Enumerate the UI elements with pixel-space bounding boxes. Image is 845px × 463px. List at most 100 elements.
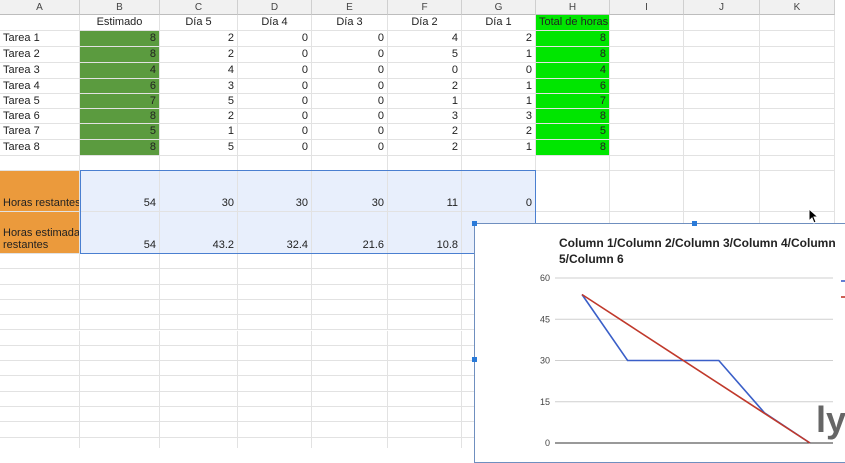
table-cell[interactable]: 2 [462,31,536,47]
table-cell[interactable] [0,156,80,171]
table-cell[interactable]: 3 [388,109,462,124]
series-line-2[interactable] [581,293,811,444]
table-cell[interactable] [610,63,684,79]
table-cell[interactable]: 0 [238,109,312,124]
table-cell[interactable]: 3 [160,79,238,94]
table-cell[interactable] [684,31,760,47]
summary-cell[interactable] [760,171,835,212]
table-cell[interactable] [760,47,835,63]
chart-resize-handle-mid[interactable] [472,357,477,362]
summary-cell[interactable]: 11 [388,171,462,212]
table-cell[interactable]: 0 [238,31,312,47]
empty-cell[interactable] [388,299,462,316]
empty-cell[interactable] [0,391,80,407]
header-cell[interactable] [760,15,835,31]
table-cell[interactable]: Tarea 7 [0,124,80,140]
table-cell[interactable]: 8 [536,140,610,156]
empty-cell[interactable] [238,299,312,316]
empty-cell[interactable] [312,376,388,392]
empty-cell[interactable] [0,269,80,285]
table-cell[interactable] [610,124,684,140]
empty-cell[interactable] [80,315,160,331]
table-cell[interactable]: 1 [462,47,536,63]
empty-cell[interactable] [80,422,160,438]
empty-cell[interactable] [80,269,160,285]
table-cell[interactable]: 4 [160,63,238,79]
table-cell[interactable]: 5 [388,47,462,63]
table-cell[interactable]: 1 [462,140,536,156]
header-cell[interactable]: Estimado [80,15,160,31]
header-cell[interactable]: Día 4 [238,15,312,31]
summary-cell[interactable]: 54 [80,171,160,212]
empty-cell[interactable] [238,330,312,346]
table-cell[interactable]: 8 [80,47,160,63]
empty-cell[interactable] [238,269,312,285]
table-cell[interactable] [610,156,684,171]
empty-cell[interactable] [312,422,388,438]
table-cell[interactable]: 2 [462,124,536,140]
empty-cell[interactable] [80,299,160,316]
empty-cell[interactable] [238,437,312,448]
empty-cell[interactable] [238,422,312,438]
table-cell[interactable]: 2 [388,79,462,94]
table-cell[interactable] [462,156,536,171]
table-cell[interactable]: 2 [160,47,238,63]
table-cell[interactable] [760,31,835,47]
column-header[interactable]: C [160,0,238,15]
table-cell[interactable]: 4 [536,63,610,79]
table-cell[interactable]: 0 [238,63,312,79]
table-cell[interactable] [760,63,835,79]
summary-cell[interactable]: 30 [238,171,312,212]
table-cell[interactable] [684,124,760,140]
table-cell[interactable]: 0 [238,124,312,140]
empty-cell[interactable] [160,422,238,438]
empty-cell[interactable] [80,330,160,346]
empty-cell[interactable] [160,284,238,300]
table-cell[interactable]: 0 [312,140,388,156]
empty-cell[interactable] [160,299,238,316]
table-cell[interactable] [160,156,238,171]
table-cell[interactable] [536,156,610,171]
empty-cell[interactable] [238,254,312,270]
summary-cell[interactable]: Horas estimadas restantes [0,212,80,254]
empty-cell[interactable] [238,391,312,407]
empty-cell[interactable] [160,391,238,407]
table-cell[interactable] [610,31,684,47]
empty-cell[interactable] [388,361,462,377]
header-cell[interactable]: Día 3 [312,15,388,31]
table-cell[interactable] [80,156,160,171]
empty-cell[interactable] [80,437,160,448]
table-cell[interactable] [760,109,835,124]
header-cell[interactable] [684,15,760,31]
table-cell[interactable]: 0 [312,79,388,94]
empty-cell[interactable] [312,391,388,407]
summary-cell[interactable] [610,171,684,212]
summary-cell[interactable]: 30 [312,171,388,212]
empty-cell[interactable] [160,315,238,331]
empty-cell[interactable] [0,422,80,438]
header-cell[interactable]: Día 2 [388,15,462,31]
table-cell[interactable]: 8 [536,47,610,63]
header-cell[interactable]: Día 5 [160,15,238,31]
table-cell[interactable]: Tarea 1 [0,31,80,47]
empty-cell[interactable] [312,284,388,300]
empty-cell[interactable] [160,376,238,392]
empty-cell[interactable] [312,437,388,448]
empty-cell[interactable] [0,315,80,331]
empty-cell[interactable] [312,345,388,362]
table-cell[interactable] [238,156,312,171]
table-cell[interactable]: 4 [388,31,462,47]
empty-cell[interactable] [160,437,238,448]
empty-cell[interactable] [388,254,462,270]
table-cell[interactable]: 2 [388,124,462,140]
column-header[interactable]: I [610,0,684,15]
table-cell[interactable]: Tarea 6 [0,109,80,124]
empty-cell[interactable] [388,407,462,423]
empty-cell[interactable] [312,407,388,423]
empty-cell[interactable] [0,284,80,300]
table-cell[interactable] [760,79,835,94]
empty-cell[interactable] [0,376,80,392]
table-cell[interactable]: 1 [462,94,536,109]
column-header[interactable]: J [684,0,760,15]
table-cell[interactable]: 5 [536,124,610,140]
